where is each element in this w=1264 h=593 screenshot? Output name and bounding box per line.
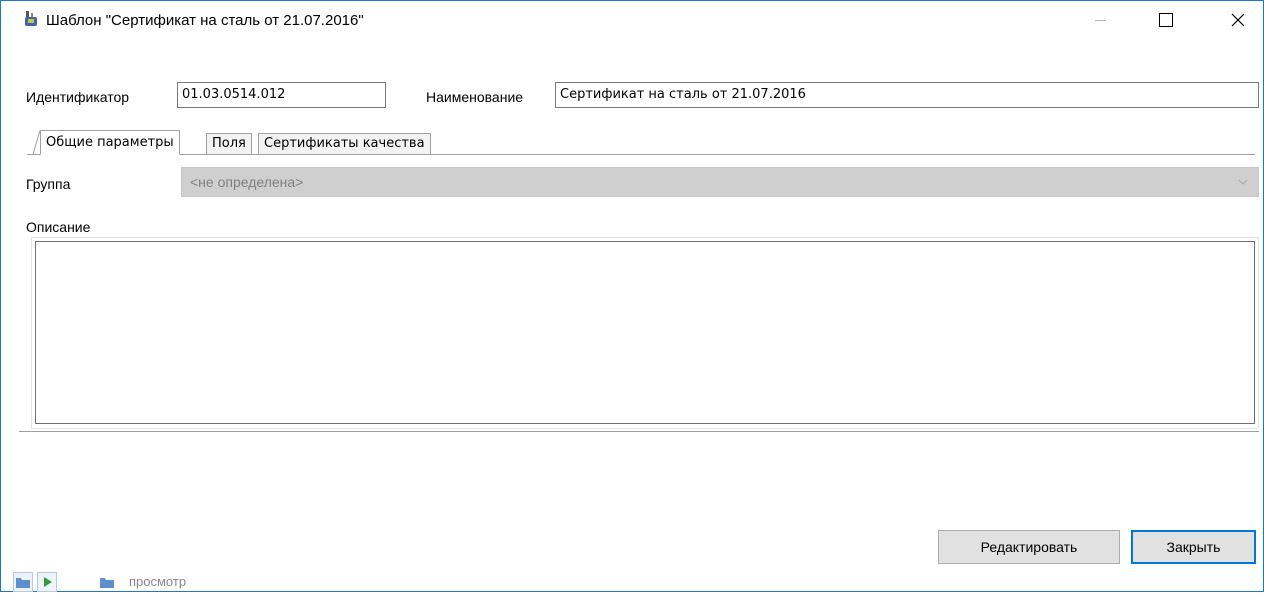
close-button[interactable]: Закрыть <box>1131 530 1256 564</box>
identifier-field[interactable]: 01.03.0514.012 <box>177 82 386 108</box>
window-title: Шаблон "Сертификат на сталь от 21.07.201… <box>46 12 364 29</box>
status-bar: просмотр <box>1 571 301 593</box>
description-label: Описание <box>26 219 91 235</box>
tab-quality-certificates[interactable]: Сертификаты качества <box>258 133 431 154</box>
folder-icon[interactable] <box>97 572 117 592</box>
tab-strip-line <box>27 154 1255 155</box>
name-field[interactable]: Сертификат на сталь от 21.07.2016 <box>555 82 1259 108</box>
maximize-icon <box>1159 13 1173 27</box>
group-select[interactable]: <не определена> <box>181 167 1259 197</box>
play-icon[interactable] <box>37 572 57 592</box>
tab-slant <box>27 130 41 155</box>
name-label: Наименование <box>426 89 524 105</box>
identifier-label: Идентификатор <box>26 89 130 105</box>
status-mode-text: просмотр <box>129 574 187 589</box>
tab-general[interactable]: Общие параметры <box>40 130 180 155</box>
description-textarea[interactable] <box>35 241 1255 424</box>
title-bar: Шаблон "Сертификат на сталь от 21.07.201… <box>1 1 1263 39</box>
separator <box>19 431 1259 432</box>
edit-button[interactable]: Редактировать <box>938 530 1120 564</box>
close-window-button[interactable] <box>1215 1 1261 39</box>
tab-fields[interactable]: Поля <box>206 133 252 154</box>
group-select-value: <не определена> <box>190 174 304 190</box>
folder-icon[interactable] <box>13 572 33 592</box>
minimize-button[interactable] <box>1077 1 1123 39</box>
maximize-button[interactable] <box>1143 1 1189 39</box>
chevron-down-icon <box>1238 179 1248 185</box>
minimize-icon <box>1094 19 1106 21</box>
group-label: Группа <box>26 176 71 192</box>
close-icon <box>1231 13 1245 27</box>
template-window: Шаблон "Сертификат на сталь от 21.07.201… <box>0 0 1264 592</box>
app-icon <box>25 11 37 26</box>
